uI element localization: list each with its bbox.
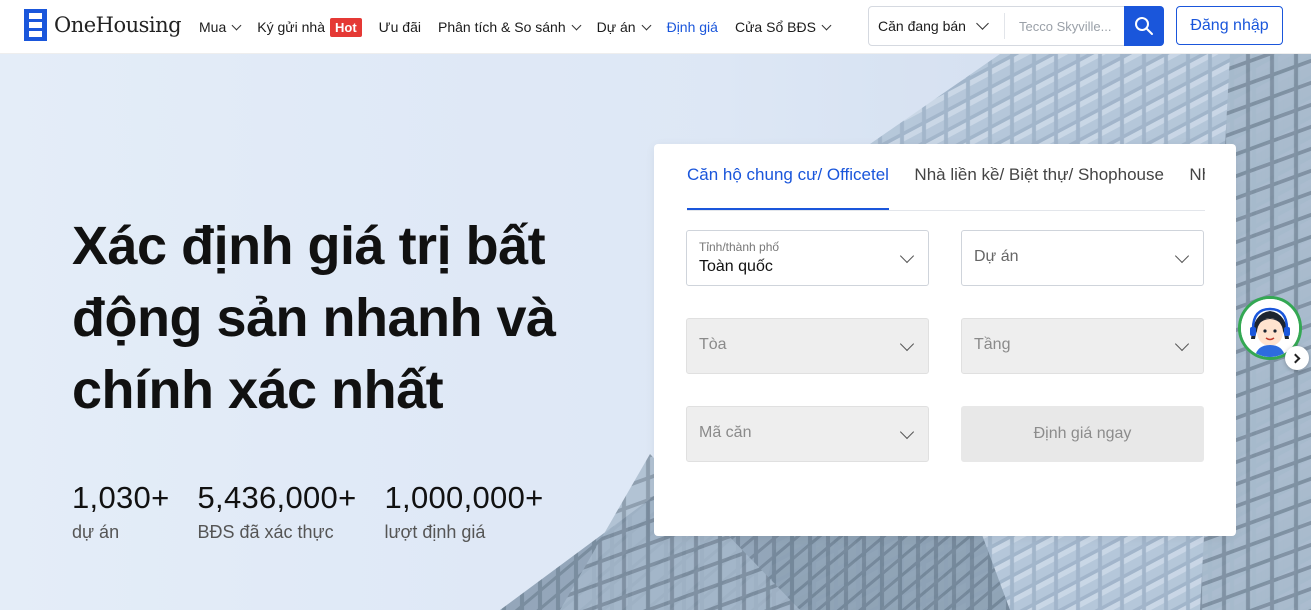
property-type-tabs: Căn hộ chung cư/ Officetel Nhà liền kề/ … (687, 144, 1205, 211)
chevron-right-icon (1290, 353, 1301, 363)
stat-label: BĐS đã xác thực (197, 522, 334, 542)
city-select[interactable]: Tỉnh/thành phố Toàn quốc (686, 230, 929, 286)
chevron-down-icon (1174, 336, 1190, 352)
nav-item-uu-dai[interactable]: Ưu đãi (379, 19, 421, 35)
nav-item-ky-gui-nha[interactable]: Ký gửi nhà Hot (257, 17, 362, 37)
building-select-placeholder: Tòa (699, 336, 727, 353)
chevron-down-icon (899, 424, 915, 440)
unit-code-select-placeholder: Mã căn (699, 424, 752, 441)
logo-text: OneHousing (54, 13, 182, 37)
tab-townhouse-villa-shophouse[interactable]: Nhà liền kề/ Biệt thự/ Shophouse (914, 144, 1164, 210)
stat-projects: 1,030+ dự án (72, 480, 169, 543)
tab-apartment-officetel[interactable]: Căn hộ chung cư/ Officetel (687, 144, 889, 210)
nav-label: Ký gửi nhà (257, 19, 325, 35)
nav-label: Ưu đãi (378, 19, 421, 35)
logo-mark-icon (24, 9, 47, 41)
nav-item-phan-tich-so-sanh[interactable]: Phân tích & So sánh (437, 19, 582, 35)
nav-label: Cửa Sổ BĐS (734, 19, 816, 35)
project-select-placeholder: Dự án (974, 248, 1019, 265)
chevron-down-icon (899, 336, 915, 352)
nav-label: Dự án (596, 19, 636, 35)
chevron-down-icon (821, 20, 832, 30)
search-input[interactable] (1005, 18, 1123, 34)
stat-value: 1,030+ (72, 480, 170, 515)
project-select[interactable]: Dự án (961, 230, 1204, 286)
chevron-down-icon (899, 248, 915, 264)
chevron-down-icon (641, 20, 652, 30)
chevron-down-icon (976, 17, 989, 30)
valuate-now-button[interactable]: Định giá ngay (961, 406, 1204, 462)
stat-value: 5,436,000+ (197, 480, 357, 515)
chevron-down-icon (231, 20, 242, 30)
floor-select[interactable]: Tầng (961, 318, 1204, 374)
hero-stats: 1,030+ dự án 5,436,000+ BĐS đã xác thực … (72, 480, 572, 543)
search-type-value: Căn đang bán (878, 18, 966, 34)
nav-label: Phân tích & So sánh (437, 19, 566, 35)
header-search: Căn đang bán (868, 6, 1164, 46)
chat-expand-button[interactable] (1285, 346, 1309, 370)
floor-select-placeholder: Tầng (974, 336, 1011, 353)
chevron-down-icon (1174, 248, 1190, 264)
stat-label: dự án (72, 522, 120, 542)
nav-item-dinh-gia[interactable]: Định giá (667, 19, 718, 35)
nav-label: Định giá (666, 19, 718, 35)
login-button[interactable]: Đăng nhập (1176, 6, 1283, 45)
chevron-down-icon (571, 20, 582, 30)
city-select-label: Tỉnh/thành phố (699, 240, 780, 254)
valuation-form-card: Căn hộ chung cư/ Officetel Nhà liền kề/ … (654, 144, 1236, 536)
stat-label: lượt định giá (384, 522, 486, 542)
top-navigation-bar: OneHousing Mua Ký gửi nhà Hot Ưu đãi Phân… (0, 0, 1311, 54)
search-button[interactable] (1124, 6, 1164, 46)
nav-item-cua-so-bds[interactable]: Cửa Sổ BĐS (734, 19, 832, 35)
nav-item-du-an[interactable]: Dự án (596, 19, 652, 35)
tab-private-house[interactable]: Nhà riêng (1189, 144, 1205, 210)
nav-label: Mua (199, 19, 227, 35)
search-type-select[interactable]: Căn đang bán (869, 13, 1005, 39)
building-select[interactable]: Tòa (686, 318, 929, 374)
nav-item-mua[interactable]: Mua (199, 19, 242, 35)
unit-code-select[interactable]: Mã căn (686, 406, 929, 462)
city-select-value: Toàn quốc (699, 258, 773, 275)
stat-value: 1,000,000+ (384, 480, 544, 515)
stat-valuations: 1,000,000+ lượt định giá (385, 480, 544, 543)
hot-badge: Hot (329, 17, 362, 37)
search-icon (1135, 17, 1153, 35)
stat-verified-properties: 5,436,000+ BĐS đã xác thực (197, 480, 356, 543)
main-nav: Mua Ký gửi nhà Hot Ưu đãi Phân tích & So … (199, 0, 847, 54)
onehousing-logo[interactable]: OneHousing (24, 8, 182, 42)
hero-title: Xác định giá trị bất động sản nhanh và c… (72, 216, 556, 420)
